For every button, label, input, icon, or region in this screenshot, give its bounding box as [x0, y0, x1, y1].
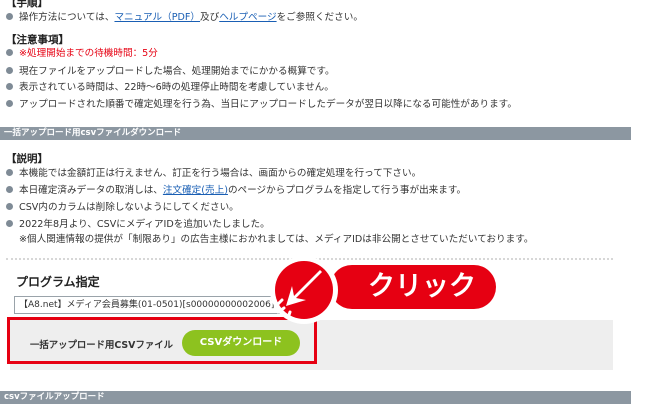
- manual-row: 操作方法については、 マニュアル（PDF） 及び ヘルプページ をご参照ください…: [6, 9, 363, 23]
- download-section-bar: 一括アップロード用csvファイルダウンロード: [0, 127, 631, 140]
- notes-item-text: アップロードされた順番で確定処理を行う為、当日にアップロードしたデータが翌日以降…: [19, 99, 517, 110]
- wait-time-text: ※処理開始までの待機時間：5分: [19, 48, 158, 59]
- click-callout: クリック: [330, 265, 496, 309]
- manual-pdf-link[interactable]: マニュアル（PDF）: [114, 9, 200, 23]
- pointer-arrow-icon: [276, 270, 322, 320]
- notes-item: アップロードされた順番で確定処理を行う為、当日にアップロードしたデータが翌日以降…: [6, 96, 517, 110]
- order-confirm-link[interactable]: 注文確定(売上): [163, 182, 228, 196]
- bullet-icon: [6, 168, 13, 176]
- explanation-item-text: 2022年8月より、CSVにメディアIDを追加いたしました。: [19, 219, 270, 230]
- bullet-icon: [6, 66, 13, 74]
- help-page-link[interactable]: ヘルプページ: [219, 9, 276, 23]
- manual-mid: 及び: [200, 12, 220, 23]
- bullet-icon: [6, 48, 13, 56]
- manual-prefix: 操作方法については、: [19, 12, 115, 23]
- media-id-note: ※個人関連情報の提供が「制限あり」の広告主様におかれましては、メディアIDは非公…: [19, 234, 534, 245]
- explanation-item: 本機能では金額訂正は行えません、訂正を行う場合は、画面からの確定処理を行って下さ…: [6, 165, 421, 179]
- explanation-item-text: 本機能では金額訂正は行えません、訂正を行う場合は、画面からの確定処理を行って下さ…: [19, 168, 422, 179]
- bullet-icon: [6, 99, 13, 107]
- wait-time-row: ※処理開始までの待機時間：5分: [6, 45, 158, 59]
- bullet-icon: [6, 12, 13, 20]
- program-label: プログラム指定: [16, 275, 100, 289]
- bullet-icon: [6, 219, 13, 227]
- manual-suffix: をご参照ください。: [276, 12, 363, 23]
- explanation-item: 2022年8月より、CSVにメディアIDを追加いたしました。: [6, 216, 270, 230]
- program-select[interactable]: 【A8.net】メディア会員募集(01-0501)[s0000000000200…: [14, 296, 296, 314]
- notes-item: 表示されている時間は、22時～6時の処理停止時間を考慮していません。: [6, 79, 334, 93]
- notes-item: 現在ファイルをアップロードした場合、処理開始までにかかる概算です。: [6, 63, 335, 77]
- explanation-item-prefix: 本日確定済みデータの取消しは、: [19, 185, 163, 196]
- bullet-icon: [6, 185, 13, 193]
- explanation-item-suffix: のページからプログラムを指定して行う事が出来ます。: [227, 185, 467, 196]
- notes-item-text: 表示されている時間は、22時～6時の処理停止時間を考慮していません。: [19, 82, 334, 93]
- notes-item-text: 現在ファイルをアップロードした場合、処理開始までにかかる概算です。: [19, 66, 335, 77]
- bullet-icon: [6, 82, 13, 90]
- explanation-item: 本日確定済みデータの取消しは、 注文確定(売上) のページからプログラムを指定し…: [6, 182, 466, 196]
- explanation-item-text: CSV内のカラムは削除しないようにしてください。: [19, 202, 239, 213]
- explanation-heading: 【説明】: [6, 153, 48, 165]
- bullet-icon: [6, 202, 13, 210]
- upload-section-bar: csvファイルアップロード: [0, 391, 631, 404]
- explanation-item: CSV内のカラムは削除しないようにしてください。: [6, 199, 239, 213]
